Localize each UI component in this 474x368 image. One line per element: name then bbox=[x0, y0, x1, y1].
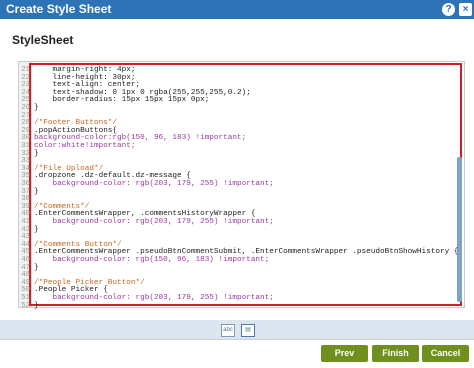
code-text: background-color: rgb(203, 179, 255) !im… bbox=[34, 294, 274, 302]
code-text: border-radius: 15px 15px 15px 0px; bbox=[34, 96, 210, 105]
title-bar: Create Style Sheet ? × bbox=[0, 0, 474, 19]
divider bbox=[0, 339, 474, 340]
editor-scrollbar[interactable] bbox=[457, 157, 462, 302]
code-text: background-color: rgb(203, 179, 255) !im… bbox=[34, 218, 274, 226]
code-text: } bbox=[34, 301, 39, 310]
document-icon[interactable]: ▤ bbox=[241, 324, 255, 337]
footer-toolbar: abc ▤ bbox=[0, 320, 474, 339]
cancel-button[interactable]: Cancel bbox=[422, 345, 469, 362]
code-text: background-color: rgb(150, 96, 183) !imp… bbox=[34, 256, 270, 264]
code-text: } bbox=[34, 104, 39, 112]
abc-icon[interactable]: abc bbox=[221, 324, 235, 337]
window-title: Create Style Sheet bbox=[6, 2, 112, 16]
page-title: StyleSheet bbox=[12, 33, 74, 47]
code-text: } bbox=[34, 225, 39, 234]
code-text: } bbox=[34, 149, 39, 158]
help-icon[interactable]: ? bbox=[442, 3, 455, 16]
code-text: } bbox=[34, 187, 39, 196]
prev-button[interactable]: Prev bbox=[321, 345, 368, 362]
code-text: background-color: rgb(203, 179, 255) !im… bbox=[34, 180, 274, 188]
finish-button[interactable]: Finish bbox=[372, 345, 419, 362]
close-icon[interactable]: × bbox=[459, 3, 472, 16]
code-text: color:white!important; bbox=[34, 142, 136, 150]
code-text: } bbox=[34, 263, 39, 272]
line-number: 52 bbox=[21, 301, 30, 310]
